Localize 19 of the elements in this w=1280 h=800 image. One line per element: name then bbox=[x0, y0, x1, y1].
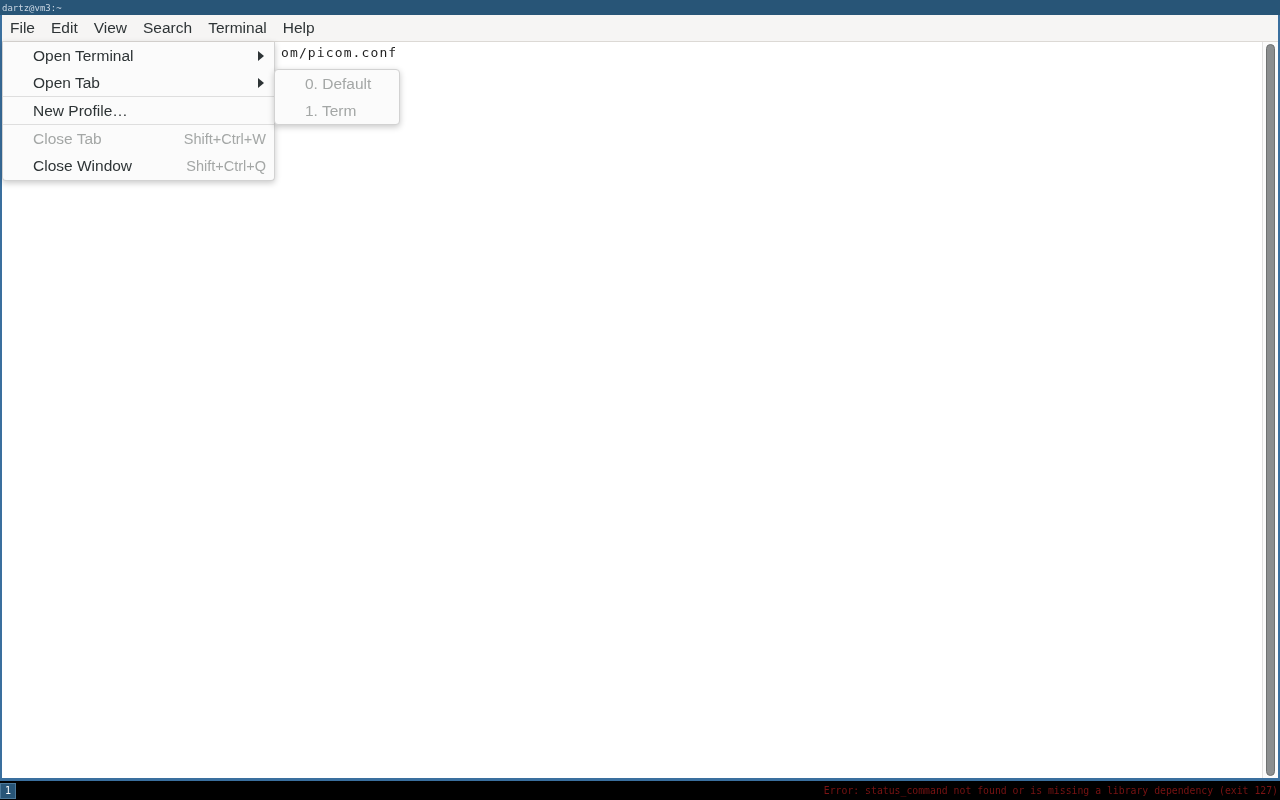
menu-bar-item[interactable]: Terminal bbox=[200, 15, 275, 41]
menu-item[interactable]: Open Tab bbox=[3, 69, 274, 96]
menu-bar-item[interactable]: Help bbox=[274, 15, 323, 41]
menu-bar-item[interactable]: View bbox=[85, 15, 136, 41]
submenu-arrow-icon bbox=[258, 77, 264, 88]
menu-item[interactable]: New Profile… bbox=[3, 97, 274, 124]
menu-bar-item[interactable]: Search bbox=[135, 15, 201, 41]
menu-item[interactable]: Close Window Shift+Ctrl+Q bbox=[3, 152, 274, 179]
submenu-arrow-icon bbox=[258, 50, 264, 61]
window-title: dartz@vm3:~ bbox=[2, 1, 62, 14]
keyboard-shortcut: Shift+Ctrl+W bbox=[183, 130, 266, 147]
status-message: Error: status_command not found or is missing a library dependency (exit 127) bbox=[823, 785, 1279, 796]
terminal-line: om/picom.conf bbox=[281, 44, 398, 61]
keyboard-shortcut: Shift+Ctrl+Q bbox=[186, 157, 266, 174]
menu-item[interactable]: Open Terminal bbox=[3, 42, 274, 69]
workspace-button[interactable]: 1 bbox=[0, 782, 16, 799]
menu-bar-item[interactable]: File bbox=[2, 15, 43, 41]
scrollbar-thumb[interactable] bbox=[1266, 44, 1275, 776]
menu-bar-item[interactable]: Edit bbox=[43, 15, 86, 41]
